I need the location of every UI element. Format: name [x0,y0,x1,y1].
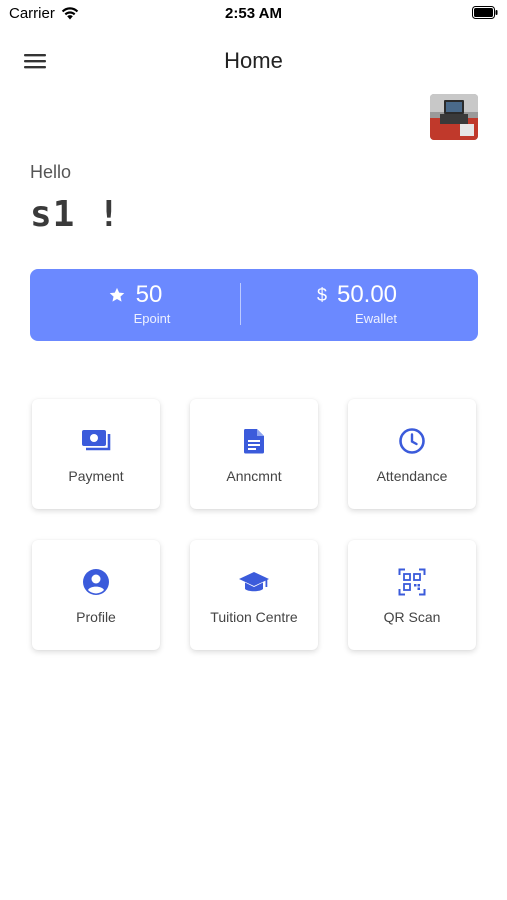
announcement-icon [243,429,264,454]
avatar[interactable] [430,94,478,140]
greeting-hello: Hello [30,162,72,182]
ewallet-value: 50.00 [336,281,398,308]
tile-announcement[interactable]: Anncmnt [190,399,318,509]
tile-qr-scan[interactable]: QR Scan [348,540,476,650]
dollar-icon: $ [316,284,327,305]
epoint-label: Epoint [133,311,171,326]
profile-icon [83,569,109,595]
nav-bar: Home [0,40,507,84]
clock-time: 2:53 AM [225,5,282,22]
ewallet-value-row: $ 50.00 [252,281,462,309]
avatar-image [430,94,478,140]
status-bar: Carrier 2:53 AM [0,0,507,28]
tile-payment[interactable]: Payment [32,399,160,509]
greeting-username: s1 ! [30,194,121,235]
qr-scan-icon [398,568,426,596]
tile-label: Payment [68,468,124,484]
battery-icon [472,6,498,19]
star-icon [109,287,124,302]
ewallet-label: Ewallet [355,311,397,326]
epoint-value-row: 50 [30,281,240,309]
balance-divider [240,283,241,325]
payment-icon [82,430,111,451]
balance-card: 50 Epoint $ 50.00 Ewallet [30,269,478,341]
tile-tuition-centre[interactable]: Tuition Centre [190,540,318,650]
tile-attendance[interactable]: Attendance [348,399,476,509]
tile-label: Profile [76,609,116,625]
graduation-cap-icon [239,572,269,592]
page-title: Home [224,48,283,73]
tile-label: QR Scan [383,609,441,625]
epoint-balance[interactable]: 50 Epoint [30,269,240,341]
tile-label: Attendance [376,468,448,484]
ewallet-balance[interactable]: $ 50.00 Ewallet [252,269,462,341]
clock-icon [399,428,425,454]
tile-label: Tuition Centre [210,609,298,625]
tile-label: Anncmnt [226,468,282,484]
tile-profile[interactable]: Profile [32,540,160,650]
epoint-value: 50 [135,281,163,308]
